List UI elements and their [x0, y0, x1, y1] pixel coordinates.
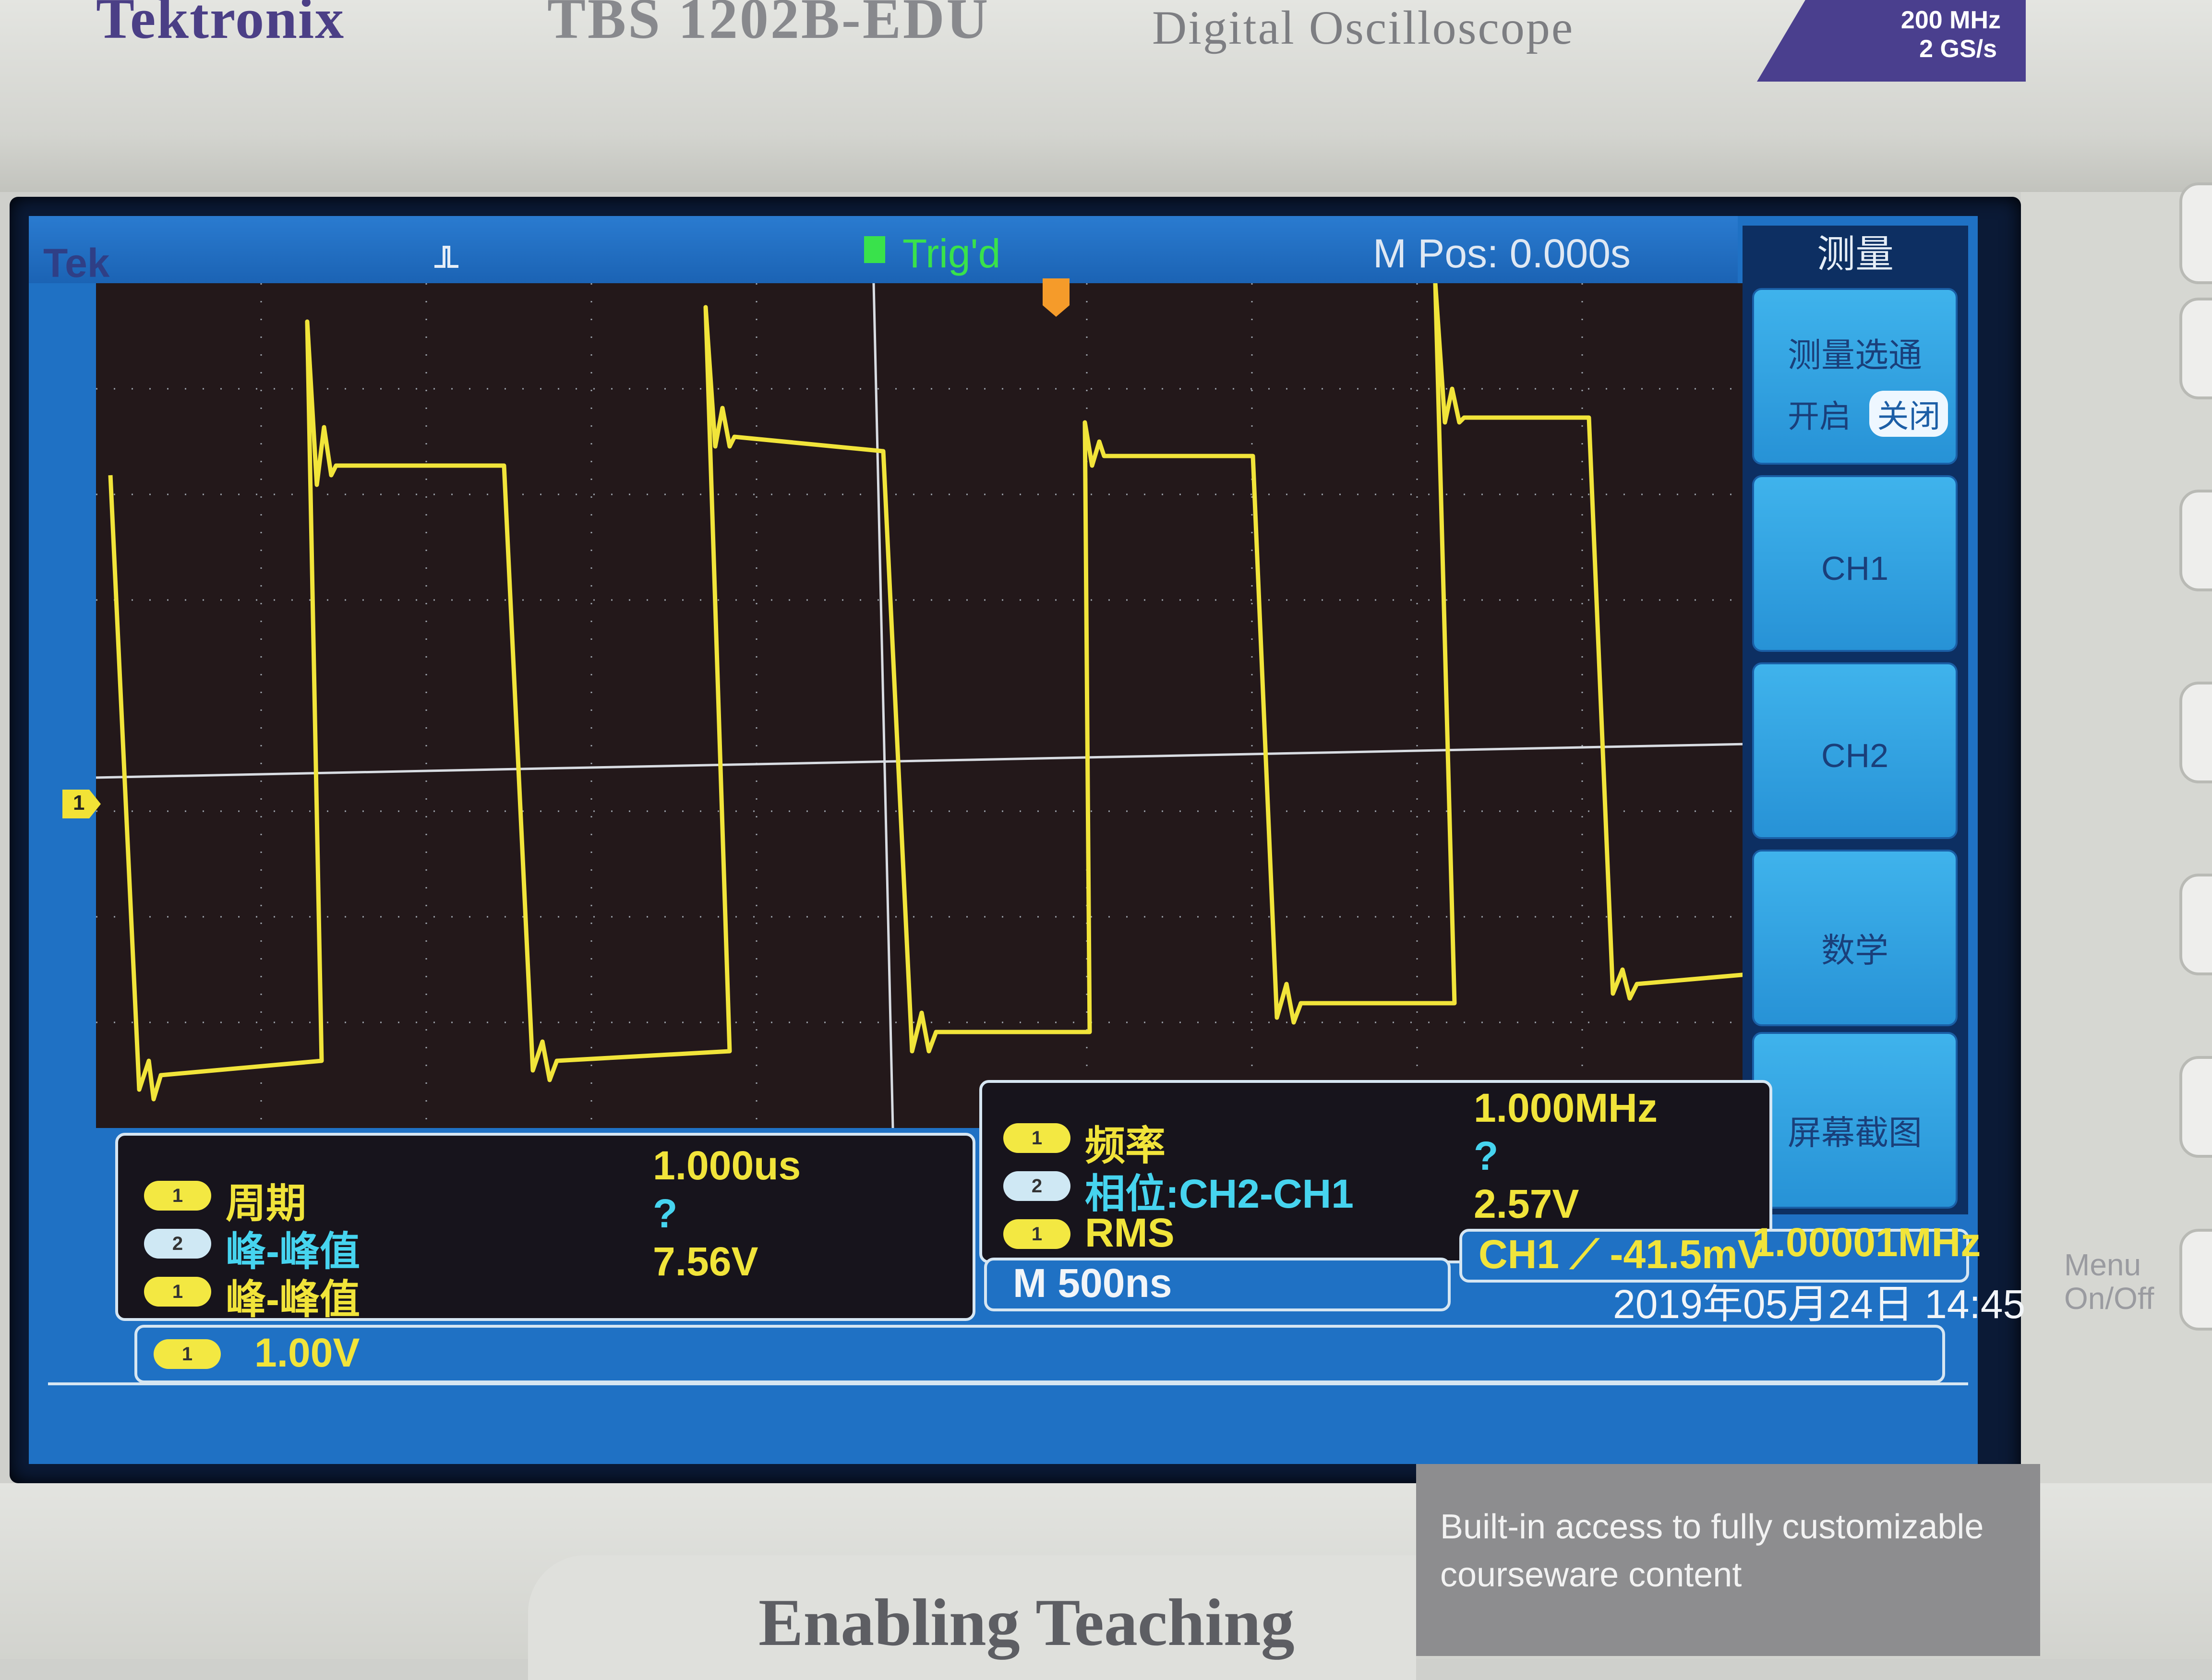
tek-label: Tek	[43, 240, 110, 286]
on-option[interactable]: 开启	[1788, 398, 1851, 434]
slogan: Enabling Teaching	[758, 1585, 1295, 1660]
gating-options-label: 测量选通	[1788, 336, 1922, 374]
channel-badge: 1	[1003, 1219, 1070, 1249]
ch1-button[interactable]: CH1	[1752, 475, 1958, 652]
datetime: 2019年05月24日 14:45	[1613, 1282, 2026, 1327]
sample-rate-label: 2 GS/s	[1919, 35, 1997, 63]
channel-badge: 2	[144, 1229, 211, 1259]
gating-toggle[interactable]: 开启 关闭	[1788, 391, 1948, 437]
slogan-plate: Enabling Teaching	[528, 1555, 1416, 1680]
math-button-label: 数学	[1821, 932, 1888, 969]
option-button-1[interactable]	[2179, 298, 2212, 399]
option-button-5[interactable]	[2179, 1056, 2212, 1158]
side-menu-title: 测量	[1817, 233, 1894, 276]
model-name: TBS 1202B-EDU	[547, 0, 990, 50]
channel-scale-box	[134, 1325, 1945, 1383]
grid-lines	[96, 283, 1747, 1128]
model-description: Digital Oscilloscope	[1152, 1, 1575, 54]
ch1-marker-label: 1	[73, 791, 85, 815]
ch1-scale: 1.00V	[254, 1330, 360, 1375]
trigger-status: Trig'd	[902, 231, 1001, 276]
off-option[interactable]: 关闭	[1869, 391, 1948, 437]
bottom-bar	[48, 1382, 1968, 1452]
hw-button[interactable]	[2179, 182, 2212, 284]
measurement-value: 7.56V	[653, 1239, 758, 1284]
channel-badge: 1	[1003, 1123, 1070, 1153]
trigger-frequency: 1.00001MHz	[1752, 1220, 1981, 1265]
option-button-2[interactable]	[2179, 490, 2212, 591]
menu-onoff-label: Menu On/Off	[2064, 1248, 2154, 1316]
screenshot-button-label: 屏幕截图	[1788, 1114, 1922, 1152]
option-button-3[interactable]	[2179, 682, 2212, 783]
trigger-icon	[434, 246, 458, 268]
ch2-button[interactable]: CH2	[1752, 662, 1958, 839]
courseware-line-1: Built-in access to fully customizable	[1440, 1508, 1984, 1546]
waveform-display	[96, 283, 1747, 1128]
option-button-4[interactable]	[2179, 874, 2212, 975]
measurement-value: ?	[653, 1191, 678, 1236]
center-vertical-axis	[872, 283, 894, 1128]
measurement-name: RMS	[1085, 1210, 1175, 1255]
brand-logo: Tektronix	[96, 0, 345, 50]
courseware-plate: Built-in access to fully customizable co…	[1416, 1464, 2040, 1656]
timebase-readout: M 500ns	[1013, 1260, 1172, 1306]
channel-badge: 2	[1003, 1171, 1070, 1201]
gating-options-button[interactable]: 测量选通 开启 关闭	[1752, 288, 1958, 465]
center-horizontal-axis	[96, 743, 1747, 779]
measurement-value: 1.000us	[653, 1143, 801, 1188]
ch1-button-label: CH1	[1821, 550, 1889, 587]
courseware-line-2: courseware content	[1440, 1556, 1742, 1594]
horizontal-position: M Pos: 0.000s	[1373, 231, 1631, 276]
measurement-name: 峰-峰值	[226, 1277, 360, 1322]
measurement-value: ?	[1474, 1133, 1499, 1178]
ch2-button-label: CH2	[1821, 737, 1889, 774]
channel-badge: 1	[144, 1277, 211, 1307]
measurement-value: 1.000MHz	[1474, 1085, 1658, 1130]
channel-badge: 1	[144, 1181, 211, 1211]
channel-badge: 1	[154, 1339, 221, 1369]
measurement-value: 2.57V	[1474, 1181, 1579, 1226]
bandwidth-label: 200 MHz	[1900, 6, 2001, 34]
math-button[interactable]: 数学	[1752, 850, 1958, 1026]
screenshot-button[interactable]: 屏幕截图	[1752, 1032, 1958, 1209]
acquisition-run-icon	[864, 236, 885, 263]
ch1-waveform	[108, 283, 1747, 1102]
trigger-readout: CH1 ⟋ -41.5mV	[1479, 1232, 1765, 1277]
